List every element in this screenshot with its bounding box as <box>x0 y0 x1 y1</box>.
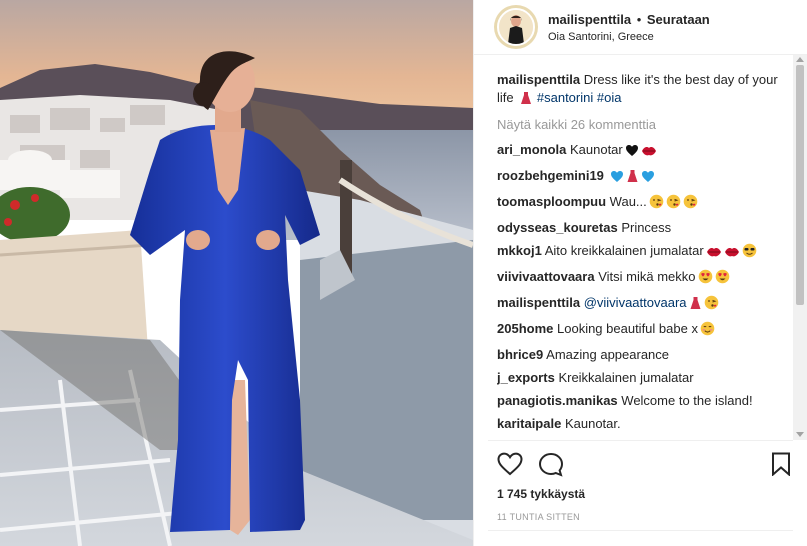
comment-mention[interactable]: @viivivaattovaara <box>584 295 687 310</box>
kissing-face-icon <box>704 295 719 315</box>
comment-bubble-icon[interactable] <box>538 452 564 483</box>
post-header: mailispenttila • Seurataan Oia Santorini… <box>474 0 807 55</box>
hashtag-santorini[interactable]: #santorini <box>537 90 593 105</box>
comment-text: Aito kreikkalainen jumalatar <box>544 243 704 258</box>
caption-username[interactable]: mailispenttila <box>497 72 580 87</box>
comment-username[interactable]: toomasploompuu <box>497 194 606 209</box>
comment-username[interactable]: bhrice9 <box>497 347 543 362</box>
header-separator: • <box>636 11 642 27</box>
comment-row: j_exports Kreikkalainen jumalatar <box>497 369 789 387</box>
scroll-down-arrow-icon[interactable] <box>796 432 804 437</box>
comment-username[interactable]: ari_monola <box>497 142 566 157</box>
comment-username[interactable]: viivivaattovaara <box>497 269 595 284</box>
comment-text: Vitsi mikä mekko <box>598 269 696 284</box>
comment-row: karitaipale Kaunotar. <box>497 415 789 433</box>
bottom-divider <box>488 530 793 531</box>
heart-eyes-face-icon <box>715 269 730 289</box>
comment-row: mkkoj1 Aito kreikkalainen jumalatar <box>497 242 789 263</box>
black-heart-icon <box>625 144 639 162</box>
post-photo[interactable] <box>0 0 473 546</box>
avatar[interactable] <box>494 5 538 49</box>
follow-status-button[interactable]: Seurataan <box>647 12 710 27</box>
likes-count[interactable]: 1 745 tykkäystä <box>497 487 585 501</box>
red-dress-icon <box>519 91 533 110</box>
comment-row: mailispenttila @viivivaattovaara <box>497 294 789 315</box>
blue-heart-icon <box>610 170 624 188</box>
post-location[interactable]: Oia Santorini, Greece <box>548 31 710 43</box>
post-actions <box>497 452 791 478</box>
comment-row: toomasploompuu Wau... <box>497 193 789 214</box>
comment-username[interactable]: roozbehgemini19 <box>497 168 604 183</box>
avatar-image <box>497 8 535 46</box>
kiss-lips-icon <box>641 144 657 162</box>
comment-text: Amazing appearance <box>546 347 670 362</box>
comment-username[interactable]: odysseas_kouretas <box>497 220 618 235</box>
comments-list[interactable]: mailispenttila Dress like it's the best … <box>497 62 789 440</box>
comment-username[interactable]: panagiotis.manikas <box>497 393 618 408</box>
blue-heart-icon <box>641 170 655 188</box>
red-dress-icon <box>626 169 639 188</box>
comment-text: Kaunotar. <box>564 416 621 431</box>
comment-username[interactable]: mailispenttila <box>497 295 580 310</box>
hashtag-oia[interactable]: #oia <box>597 90 622 105</box>
kiss-lips-icon <box>724 245 740 263</box>
comment-text: Kaunotar <box>569 142 623 157</box>
comment-text: Wau... <box>609 194 647 209</box>
comment-text: Princess <box>621 220 672 235</box>
actions-divider <box>488 440 793 441</box>
smiling-face-icon <box>700 321 715 341</box>
bookmark-icon[interactable] <box>771 452 791 481</box>
kissing-face-icon <box>649 194 664 214</box>
red-dress-icon <box>689 296 702 315</box>
comment-row: roozbehgemini19 <box>497 167 789 188</box>
comment-text: Kreikkalainen jumalatar <box>558 370 694 385</box>
scroll-thumb[interactable] <box>796 65 804 305</box>
post-username[interactable]: mailispenttila <box>548 12 631 27</box>
comments-scrollbar[interactable] <box>793 55 807 440</box>
comment-row: ari_monola Kaunotar <box>497 141 789 162</box>
comment-text: Looking beautiful babe x <box>557 321 698 336</box>
kissing-face-icon <box>683 194 698 214</box>
view-all-comments-link[interactable]: Näytä kaikki 26 kommenttia <box>497 116 789 134</box>
comment-row: viivivaattovaara Vitsi mikä mekko <box>497 268 789 289</box>
post-caption: mailispenttila Dress like it's the best … <box>497 71 789 110</box>
post-side-panel: mailispenttila • Seurataan Oia Santorini… <box>473 0 807 546</box>
comment-row: panagiotis.manikas Welcome to the island… <box>497 392 789 410</box>
heart-eyes-face-icon <box>698 269 713 289</box>
heart-outline-icon[interactable] <box>497 452 523 481</box>
comment-row: odysseas_kouretas Princess <box>497 219 789 237</box>
scroll-up-arrow-icon[interactable] <box>796 57 804 62</box>
post-timestamp: 11 TUNTIA SITTEN <box>497 512 580 522</box>
comment-username[interactable]: j_exports <box>497 370 555 385</box>
kiss-lips-icon <box>706 245 722 263</box>
comment-row: 205home Looking beautiful babe x <box>497 320 789 341</box>
kissing-face-icon <box>666 194 681 214</box>
comment-username[interactable]: 205home <box>497 321 553 336</box>
comment-row: bhrice9 Amazing appearance <box>497 346 789 364</box>
comment-username[interactable]: mkkoj1 <box>497 243 542 258</box>
comment-username[interactable]: karitaipale <box>497 416 561 431</box>
comment-text: Welcome to the island! <box>621 393 753 408</box>
sunglasses-face-icon <box>742 243 757 263</box>
photo-illustration <box>0 0 473 546</box>
